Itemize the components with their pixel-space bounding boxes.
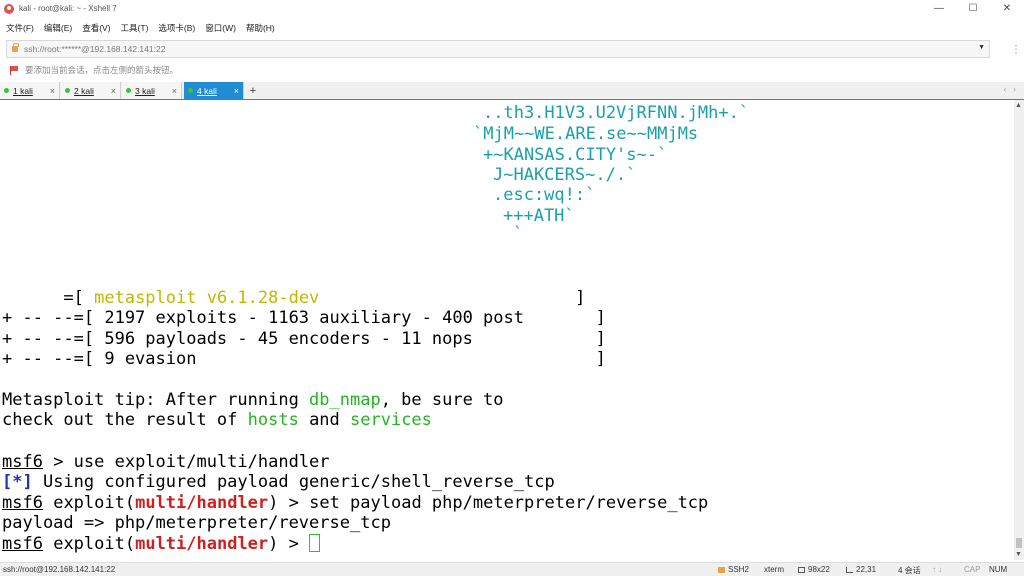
text-cursor [309, 534, 321, 552]
tip-line: check out the result of hosts and servic… [2, 410, 432, 430]
menu-window[interactable]: 窗口(W) [205, 22, 236, 34]
tip-line: Metasploit tip: After running db_nmap, b… [2, 390, 504, 410]
scroll-thumb[interactable] [1016, 538, 1022, 548]
num-lock-indicator: NUM [989, 565, 1008, 574]
xshell-logo-icon [4, 3, 14, 14]
cursor-position-status: 22,31 [846, 565, 876, 574]
stats-line: + -- --=[ 2197 exploits - 1163 auxiliary… [2, 308, 606, 328]
banner-line: ` [513, 224, 524, 244]
lock-icon [718, 567, 725, 573]
connected-status-icon [4, 88, 9, 93]
tab-label: 3 kali [135, 85, 155, 96]
tab-scroll-arrows[interactable]: ‹ › [1004, 84, 1019, 94]
connected-status-icon [65, 88, 70, 93]
tab-session-2[interactable]: 2 kali × [61, 82, 121, 99]
caps-lock-indicator: CAP [964, 565, 981, 574]
address-input[interactable]: ssh://root:******@192.168.142.141:22 [24, 44, 165, 54]
output-line: payload => php/meterpreter/reverse_tcp [2, 513, 391, 533]
connection-status: ssh://root@192.168.142.141:22 [3, 565, 116, 574]
title-bar: kali - root@kali: ~ - Xshell 7 — ☐ ✕ [0, 0, 1024, 17]
close-button[interactable]: ✕ [990, 0, 1024, 17]
window-title: kali - root@kali: ~ - Xshell 7 [19, 4, 117, 13]
scroll-up-icon[interactable]: ▲ [1015, 102, 1022, 109]
minimize-button[interactable]: — [922, 0, 956, 17]
window-controls: — ☐ ✕ [922, 0, 1024, 17]
status-bar: ssh://root@192.168.142.141:22 SSH2 xterm… [0, 562, 1024, 576]
terminal-scrollbar[interactable]: ▲ ▼ [1014, 100, 1024, 560]
tab-session-3[interactable]: 3 kali × [122, 82, 182, 99]
menu-bar: 文件(F) 编辑(E) 查看(V) 工具(T) 选项卡(B) 窗口(W) 帮助(… [0, 19, 1024, 37]
position-icon [846, 567, 853, 573]
bookmark-flag-icon[interactable] [10, 65, 19, 75]
size-icon [798, 567, 805, 573]
tab-close-icon[interactable]: × [111, 86, 116, 96]
chevron-down-icon[interactable]: ▼ [978, 44, 985, 51]
terminal-type-status: xterm [764, 565, 784, 574]
tab-session-4[interactable]: 4 kali × [184, 82, 244, 99]
toolbar-grip-icon[interactable]: ⋮ [1011, 44, 1021, 55]
command-line: msf6 > use exploit/multi/handler [2, 452, 330, 472]
menu-edit[interactable]: 编辑(E) [44, 22, 72, 34]
output-line: [*] Using configured payload generic/she… [2, 472, 555, 492]
version-text: metasploit v6.1.28-dev [94, 288, 320, 308]
session-count-status: 4 会话 [898, 566, 921, 575]
terminal-size-status: 98x22 [798, 565, 830, 574]
hint-bar: 要添加当前会话，点击左侧的箭头按钮。 [6, 62, 178, 78]
banner-line: .esc:wq!:` [493, 185, 596, 205]
tab-close-icon[interactable]: × [172, 86, 177, 96]
tab-label: 2 kali [74, 85, 94, 96]
stats-line: + -- --=[ 9 evasion ] [2, 349, 606, 369]
tab-close-icon[interactable]: × [50, 86, 55, 96]
tab-close-icon[interactable]: × [234, 86, 239, 96]
tab-session-1[interactable]: 1 kali × [0, 82, 60, 99]
connected-status-icon [126, 88, 131, 93]
protocol-status: SSH2 [718, 565, 749, 574]
banner-line: +~KANSAS.CITY's~-` [483, 145, 668, 165]
menu-view[interactable]: 查看(V) [82, 22, 110, 34]
menu-tabs[interactable]: 选项卡(B) [158, 22, 195, 34]
banner-line: J~HAKCERS~./.` [493, 165, 637, 185]
menu-file[interactable]: 文件(F) [6, 22, 34, 34]
scroll-down-icon[interactable]: ▼ [1015, 551, 1022, 558]
stats-line: + -- --=[ 596 payloads - 45 encoders - 1… [2, 329, 606, 349]
address-bar[interactable]: ssh://root:******@192.168.142.141:22 ▼ [6, 40, 990, 58]
tab-label: 4 kali [197, 85, 217, 96]
hint-text: 要添加当前会话，点击左侧的箭头按钮。 [25, 65, 179, 75]
lock-icon [12, 43, 19, 52]
transfer-arrows: ↑ ↓ [932, 565, 943, 574]
connected-status-icon [188, 88, 193, 93]
current-prompt[interactable]: msf6 exploit(multi/handler) > [2, 534, 321, 554]
maximize-button[interactable]: ☐ [956, 0, 990, 17]
new-tab-button[interactable]: + [246, 82, 260, 99]
version-line: =[ metasploit v6.1.28-dev ] [2, 288, 586, 308]
banner-line: ..th3.H1V3.U2VjRFNN.jMh+.` [483, 103, 750, 123]
banner-line: `MjM~~WE.ARE.se~~MMjMs [473, 124, 699, 144]
tab-label: 1 kali [13, 85, 33, 96]
menu-help[interactable]: 帮助(H) [246, 22, 275, 34]
banner-line: +++ATH` [503, 206, 575, 226]
tab-bar: 1 kali × 2 kali × 3 kali × 4 kali × + ‹ … [0, 82, 1024, 100]
command-line: msf6 exploit(multi/handler) > set payloa… [2, 493, 709, 513]
menu-tools[interactable]: 工具(T) [121, 22, 149, 34]
terminal-area[interactable]: ..th3.H1V3.U2VjRFNN.jMh+.` `MjM~~WE.ARE.… [0, 100, 1014, 560]
